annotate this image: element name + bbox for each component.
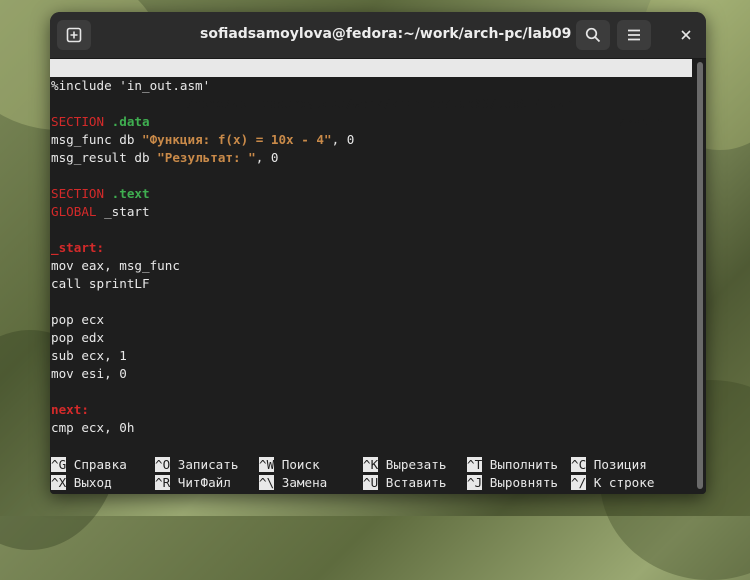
- code-line: pop ecx: [51, 312, 105, 327]
- scrollbar[interactable]: [697, 62, 703, 489]
- code-line: mov eax, msg_func: [51, 258, 180, 273]
- shortcut-bar-row-2: ^X Выход ^R ЧитФайл ^\ Замена ^U Вставит…: [50, 474, 692, 492]
- code-line: _start:: [51, 240, 105, 255]
- code-line: SECTION .text: [51, 186, 150, 201]
- shortcut-go-to-line[interactable]: ^/ К строке: [571, 474, 654, 492]
- search-icon: [585, 27, 601, 43]
- close-button[interactable]: [674, 23, 698, 47]
- shortcut-position[interactable]: ^C Позиция: [571, 456, 647, 474]
- search-button[interactable]: [576, 20, 610, 50]
- code-line: call sprintLF: [51, 276, 150, 291]
- close-icon: [681, 30, 691, 40]
- shortcut-cut[interactable]: ^K Вырезать: [363, 456, 446, 474]
- shortcut-write[interactable]: ^O Записать: [155, 456, 238, 474]
- new-tab-button[interactable]: [57, 20, 91, 50]
- terminal-window: sofiadsamoylova@fedora:~/work/arch-pc/la…: [50, 12, 706, 494]
- shortcut-bar-row-1: ^G Справка ^O Записать ^W Поиск ^K Вырез…: [50, 456, 692, 474]
- shortcut-exit[interactable]: ^X Выход: [51, 474, 112, 492]
- code-line: msg_result db "Результат: ", 0: [51, 150, 279, 165]
- shortcut-justify[interactable]: ^J Выровнять: [467, 474, 558, 492]
- code-line: %include 'in_out.asm': [51, 78, 211, 93]
- menu-button[interactable]: [617, 20, 651, 50]
- shortcut-read-file[interactable]: ^R ЧитФайл: [155, 474, 231, 492]
- window-title: sofiadsamoylova@fedora:~/work/arch-pc/la…: [200, 26, 572, 42]
- title-bar: sofiadsamoylova@fedora:~/work/arch-pc/la…: [50, 12, 706, 59]
- nano-modified-status: Изменён: [618, 114, 672, 129]
- code-line: next:: [51, 402, 89, 417]
- code-line: pop edx: [51, 330, 105, 345]
- code-line: sub ecx, 1: [51, 348, 127, 363]
- shortcut-paste[interactable]: ^U Вставить: [363, 474, 446, 492]
- code-line: SECTION .data: [51, 114, 150, 129]
- terminal-content[interactable]: GNU nano 7.2 /home/sofiadsamoylova/work/…: [50, 59, 706, 494]
- new-tab-icon: [66, 27, 82, 43]
- hamburger-menu-icon: [628, 29, 640, 41]
- shortcut-replace[interactable]: ^\ Замена: [259, 474, 327, 492]
- nano-header: GNU nano 7.2 /home/sofiadsamoylova/work/…: [50, 59, 692, 129]
- shortcut-search[interactable]: ^W Поиск: [259, 456, 320, 474]
- shortcut-execute[interactable]: ^T Выполнить: [467, 456, 558, 474]
- code-line: cmp ecx, 0h: [51, 420, 135, 435]
- shortcut-help[interactable]: ^G Справка: [51, 456, 127, 474]
- code-line: mov esi, 0: [51, 366, 127, 381]
- code-line: GLOBAL _start: [51, 204, 150, 219]
- code-line: msg_func db "Функция: f(x) = 10x - 4", 0: [51, 132, 355, 147]
- nano-file-path: /home/sofiadsamoylova/work/arch-pc/lab09…: [186, 96, 573, 111]
